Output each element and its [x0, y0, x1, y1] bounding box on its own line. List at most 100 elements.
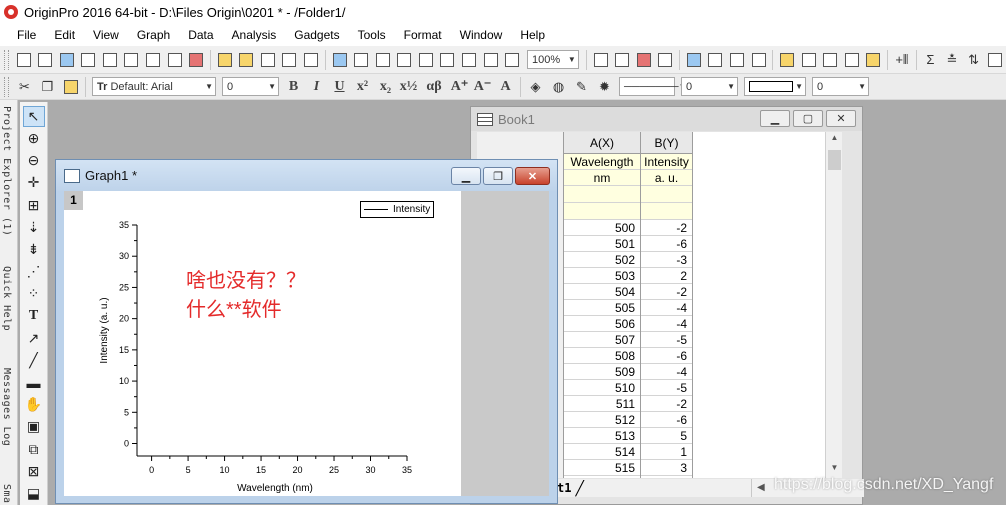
cell-b[interactable]: -4: [641, 364, 692, 380]
print-button[interactable]: [591, 50, 611, 70]
add-layer-tool[interactable]: ⊠: [23, 461, 45, 482]
book-minimize-button[interactable]: ▁: [760, 110, 790, 127]
line-style-select[interactable]: ───────▼: [619, 77, 686, 96]
graph-close-button[interactable]: ✕: [515, 167, 550, 185]
new-notes-button[interactable]: [143, 50, 163, 70]
font-select[interactable]: Tr Default: Arial ▼: [92, 77, 216, 96]
import-wizard-button[interactable]: [395, 50, 415, 70]
menu-tools[interactable]: Tools: [349, 24, 395, 46]
book-maximize-button[interactable]: ▢: [793, 110, 823, 127]
screen-reader-tool[interactable]: ✛: [23, 173, 45, 194]
scroll-left-icon[interactable]: ◀: [757, 482, 765, 493]
cell-b[interactable]: -5: [641, 380, 692, 396]
column-b-units[interactable]: a. u.: [641, 170, 692, 186]
zoom-out-tool[interactable]: ⊖: [23, 150, 45, 171]
scroll-up-icon[interactable]: ▲: [826, 133, 842, 147]
cell-b[interactable]: -5: [641, 332, 692, 348]
graph-window[interactable]: Graph1 * ▁ ❐ ✕ 1 0 5 10 15 20 25 30 35 0 5 10 15 20 2…: [55, 159, 558, 504]
import-button[interactable]: [330, 50, 350, 70]
sort-button[interactable]: ⇅: [964, 50, 984, 70]
data-reader-tool[interactable]: ⇣: [23, 217, 45, 238]
data-selector-tool[interactable]: ⇟: [23, 239, 45, 260]
annotation-text[interactable]: 啥也没有？？ 什么**软件: [186, 267, 306, 325]
new-project-button[interactable]: [14, 50, 34, 70]
code-builder-button[interactable]: [799, 50, 819, 70]
export-button[interactable]: [634, 50, 654, 70]
menu-gadgets[interactable]: Gadgets: [285, 24, 348, 46]
bold-button[interactable]: B: [283, 77, 304, 97]
tab-quick-help[interactable]: Quick Help: [1, 266, 17, 331]
scroll-thumb[interactable]: [828, 150, 841, 170]
column-b-long-name[interactable]: Intensity: [641, 154, 692, 170]
calculator-button[interactable]: [820, 50, 840, 70]
line-width-select[interactable]: 0 ▼: [681, 77, 738, 96]
cell-a[interactable]: 500: [564, 220, 640, 236]
underline-button[interactable]: U: [329, 77, 350, 97]
project-explorer-button[interactable]: [684, 50, 704, 70]
zoom-select[interactable]: 100% ▼: [526, 50, 579, 69]
plot-svg[interactable]: 0 5 10 15 20 25 30 35 0 5 10 15 20 25 30 35 Wavelength (…: [64, 191, 461, 496]
legend[interactable]: Intensity: [360, 201, 434, 218]
column-a-units[interactable]: nm: [564, 170, 640, 186]
menu-edit[interactable]: Edit: [45, 24, 84, 46]
draw-data-tool[interactable]: ⧉: [23, 439, 45, 460]
run-button[interactable]: [502, 50, 522, 70]
column-b-header[interactable]: B(Y): [641, 132, 692, 154]
superscript-button[interactable]: x²: [352, 77, 373, 97]
new-excel-button[interactable]: [186, 50, 206, 70]
menu-graph[interactable]: Graph: [128, 24, 179, 46]
toolbar-grip[interactable]: [4, 76, 9, 97]
subscript-button[interactable]: x₂: [375, 77, 396, 97]
cell-b[interactable]: -2: [641, 220, 692, 236]
copy-page-button[interactable]: [612, 50, 632, 70]
column-a[interactable]: A(X) Wavelength nm 500 501 502 503 504 505 506…: [563, 132, 640, 478]
line-color-button[interactable]: ✎: [571, 77, 592, 97]
batch-button[interactable]: [481, 50, 501, 70]
command-window-button[interactable]: [749, 50, 769, 70]
find-button[interactable]: [777, 50, 797, 70]
rectangle-tool[interactable]: ▬: [23, 372, 45, 393]
text-tool[interactable]: T: [23, 306, 45, 327]
menu-data[interactable]: Data: [179, 24, 222, 46]
cell-a[interactable]: 508: [564, 348, 640, 364]
cell-b[interactable]: -3: [641, 252, 692, 268]
cell-b[interactable]: -6: [641, 236, 692, 252]
menu-help[interactable]: Help: [511, 24, 554, 46]
fill-column-button[interactable]: [985, 50, 1005, 70]
cell-a[interactable]: 513: [564, 428, 640, 444]
sum-button[interactable]: Σ: [921, 50, 941, 70]
cell-a[interactable]: 506: [564, 316, 640, 332]
cell-b[interactable]: 1: [641, 444, 692, 460]
border-width-select[interactable]: 0 ▼: [812, 77, 869, 96]
mask-tool[interactable]: ⁘: [23, 283, 45, 304]
decrease-font-button[interactable]: A⁻: [472, 77, 493, 97]
new-function-button[interactable]: [122, 50, 142, 70]
column-b-sparkline[interactable]: [641, 203, 692, 220]
cell-b[interactable]: -6: [641, 412, 692, 428]
supsub-button[interactable]: x½: [398, 77, 419, 97]
column-a-comments[interactable]: [564, 186, 640, 203]
tab-smart-hint[interactable]: Sma: [1, 484, 17, 504]
cell-a[interactable]: 507: [564, 332, 640, 348]
pattern-button[interactable]: ◍: [548, 77, 569, 97]
copy-button[interactable]: ❐: [37, 77, 58, 97]
region-tool[interactable]: ⋰: [23, 261, 45, 282]
cell-b[interactable]: -4: [641, 316, 692, 332]
scale-in-tool[interactable]: ⊞: [23, 195, 45, 216]
settings-button[interactable]: [864, 50, 884, 70]
font-color-button[interactable]: A: [495, 77, 516, 97]
add-column-button[interactable]: +⫴: [892, 50, 912, 70]
paste-button[interactable]: [60, 77, 81, 97]
cell-a[interactable]: 511: [564, 396, 640, 412]
graph-page[interactable]: 1 0 5 10 15 20 25 30 35 0 5 10 15 20 25 30 35 Wavelength…: [64, 191, 461, 496]
cell-a[interactable]: 505: [564, 300, 640, 316]
origin-app-icon[interactable]: [4, 5, 18, 19]
open-excel-button[interactable]: [258, 50, 278, 70]
results-log-button[interactable]: [706, 50, 726, 70]
import-multiple-button[interactable]: [373, 50, 393, 70]
column-a-long-name[interactable]: Wavelength: [564, 154, 640, 170]
new-workbook-button[interactable]: [57, 50, 77, 70]
recalculate-button[interactable]: [459, 50, 479, 70]
border-style-select[interactable]: ▼: [744, 77, 806, 96]
graph-restore-button[interactable]: ❐: [483, 167, 513, 185]
